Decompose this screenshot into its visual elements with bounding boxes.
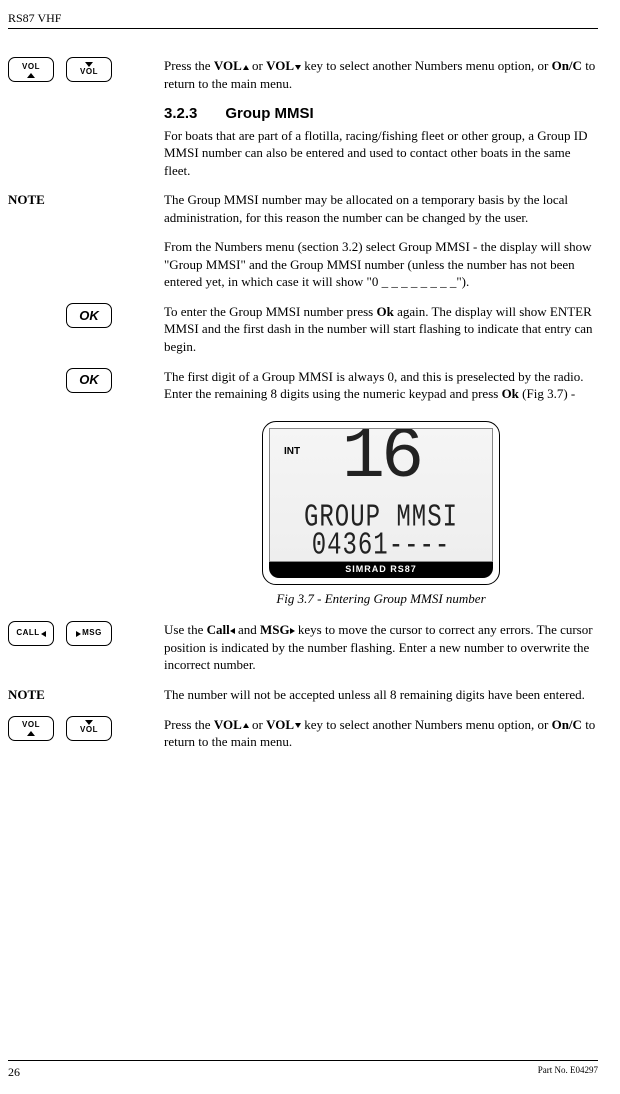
vol-up-button[interactable]: VOL xyxy=(8,57,54,82)
section-heading: 3.2.3Group MMSI xyxy=(164,104,598,124)
page-footer: 26 Part No. E04297 xyxy=(8,1060,598,1080)
msg-label: MSG xyxy=(82,628,102,639)
part-number: Part No. E04297 xyxy=(538,1064,598,1080)
paragraph: Use the Call and MSG keys to move the cu… xyxy=(164,621,598,674)
paragraph: The number will not be accepted unless a… xyxy=(164,686,598,704)
vol-label: VOL xyxy=(22,62,40,73)
paragraph: Press the VOL or VOL key to select anoth… xyxy=(164,716,598,751)
page-number: 26 xyxy=(8,1064,20,1080)
ok-button[interactable]: OK xyxy=(66,303,112,328)
note-label: NOTE xyxy=(8,686,164,704)
ok-button[interactable]: OK xyxy=(66,368,112,393)
triangle-right-icon xyxy=(76,631,81,637)
vol-down-button[interactable]: VOL xyxy=(66,57,112,82)
lcd-brand: SIMRAD RS87 xyxy=(269,561,493,578)
paragraph: For boats that are part of a flotilla, r… xyxy=(164,127,598,180)
vol-label: VOL xyxy=(22,720,40,731)
call-button[interactable]: CALL xyxy=(8,621,54,646)
paragraph: Press the VOL or VOL key to select anoth… xyxy=(164,57,598,92)
vol-down-button[interactable]: VOL xyxy=(66,716,112,741)
vol-label: VOL xyxy=(80,67,98,78)
paragraph: The first digit of a Group MMSI is alway… xyxy=(164,368,598,403)
triangle-left-icon xyxy=(41,631,46,637)
vol-up-button[interactable]: VOL xyxy=(8,716,54,741)
paragraph: From the Numbers menu (section 3.2) sele… xyxy=(164,238,598,291)
lcd-line2: 04361---- xyxy=(270,526,492,562)
paragraph: The Group MMSI number may be allocated o… xyxy=(164,191,598,226)
figure-caption: Fig 3.7 - Entering Group MMSI number xyxy=(276,590,485,608)
triangle-up-icon xyxy=(27,731,35,736)
page-header: RS87 VHF xyxy=(8,10,598,29)
ok-label: OK xyxy=(79,307,99,325)
lcd-display: INT 16 GROUP MMSI 04361---- SIMRAD RS87 xyxy=(262,421,500,585)
msg-button[interactable]: MSG xyxy=(66,621,112,646)
vol-label: VOL xyxy=(80,725,98,736)
lcd-channel: 16 xyxy=(270,428,492,493)
triangle-up-icon xyxy=(27,73,35,78)
ok-label: OK xyxy=(79,371,99,389)
call-label: CALL xyxy=(16,628,39,639)
paragraph: To enter the Group MMSI number press Ok … xyxy=(164,303,598,356)
note-label: NOTE xyxy=(8,191,164,226)
